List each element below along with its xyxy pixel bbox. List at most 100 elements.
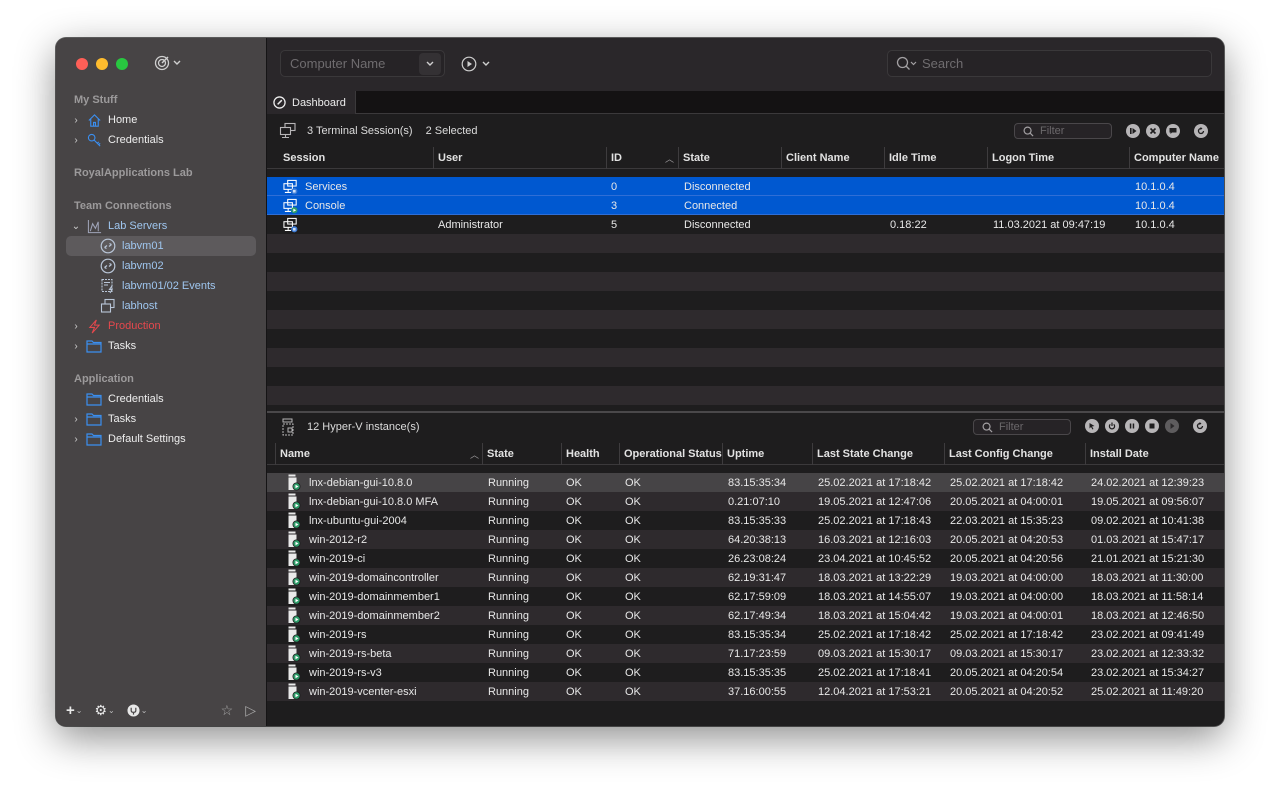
sidebar-item-labhost[interactable]: labhost [56,296,267,316]
column-header-install-date[interactable]: Install Date [1085,443,1149,465]
refresh-hyperv-button[interactable] [1193,419,1207,433]
hyperv-filter-field[interactable]: Filter [973,419,1071,435]
connect-action-button[interactable] [461,56,491,72]
chevron-right-icon[interactable]: › [70,414,82,425]
vm-last-config-change-cell: 20.05.2021 at 04:20:52 [950,685,1064,698]
vm-state-cell: Running [488,628,529,641]
chevron-right-icon[interactable]: › [70,115,82,126]
vm-uptime-cell: 83.15:35:34 [728,628,787,641]
sessions-filter-input[interactable]: Filter [1040,125,1064,137]
target-menu-button[interactable] [154,55,182,71]
column-header-idle-time[interactable]: Idle Time [884,147,936,169]
vm-row[interactable]: lnx-debian-gui-10.8.0 Running OK OK 83.15:35… [267,473,1224,492]
tab-bar: Dashboard [267,91,1224,114]
vm-row[interactable]: lnx-ubuntu-gui-2004 Running OK OK 83.15:35:3… [267,511,1224,530]
vm-health-cell: OK [566,685,582,698]
vm-row[interactable]: win-2019-rs Running OK OK 83.15:35:34 25.02.2… [267,625,1224,644]
computer-name-combobox[interactable]: Computer Name [280,50,445,77]
stop-vm-button[interactable] [1145,419,1159,433]
vm-row[interactable]: win-2019-domainmember1 Running OK OK 62.17:5… [267,587,1224,606]
empty-row [267,291,1224,310]
vm-name: win-2019-domainmember2 [309,609,440,622]
hyperv-filter-input[interactable]: Filter [999,421,1023,433]
column-header-uptime[interactable]: Uptime [722,443,764,465]
zoom-window-button[interactable] [116,58,128,70]
column-header-user[interactable]: User [433,147,462,169]
chevron-right-icon[interactable]: › [70,434,82,445]
vm-running-icon [287,645,303,662]
sidebar-item-app-credentials[interactable]: Credentials [56,389,267,409]
profile-button[interactable]: ⌄ [127,703,147,717]
vm-name: win-2019-vcenter-esxi [309,685,417,698]
sidebar-item-team-tasks[interactable]: › Tasks [56,336,267,356]
vm-last-config-change-cell: 25.02.2021 at 17:18:42 [950,476,1064,489]
vm-row[interactable]: win-2019-ci Running OK OK 26.23:08:24 23.04.2… [267,549,1224,568]
session-disconnected-icon [283,217,299,233]
pause-vm-button[interactable] [1125,419,1139,433]
vm-row[interactable]: win-2012-r2 Running OK OK 64.20:38:13 16.03.2… [267,530,1224,549]
vm-row[interactable]: win-2019-rs-v3 Running OK OK 83.15:35:35 25.0… [267,663,1224,682]
vm-install-date-cell: 25.02.2021 at 11:49:20 [1091,685,1204,698]
session-row[interactable]: Console 3 Connected 10.1.0.4 [267,196,1224,215]
vm-row[interactable]: win-2019-vcenter-esxi Running OK OK 37.16:00… [267,682,1224,701]
chevron-right-icon[interactable]: › [70,135,82,146]
column-header-logon-time[interactable]: Logon Time [987,147,1054,169]
shutdown-vm-button[interactable] [1105,419,1119,433]
favorite-star-icon[interactable]: ☆ [221,702,234,719]
stop-icon [1149,423,1155,429]
computer-name-dropdown-button[interactable] [419,52,441,75]
column-header-state[interactable]: State [678,147,710,169]
vm-name-cell: win-2019-rs-beta [287,644,392,663]
vm-row[interactable]: lnx-debian-gui-10.8.0 MFA Running OK OK 0.21… [267,492,1224,511]
chevron-right-icon[interactable]: › [70,341,82,352]
chevron-right-icon[interactable]: › [70,321,82,332]
vm-health-cell: OK [566,647,582,660]
session-row[interactable]: Services 0 Disconnected 10.1.0.4 [267,177,1224,196]
session-row[interactable]: Administrator 5 Disconnected 0.18:22 11.03.2… [267,215,1224,234]
sidebar-item-home[interactable]: › Home [56,110,267,130]
column-header-client-name[interactable]: Client Name [781,147,850,169]
sidebar-item-labvm01[interactable]: labvm01 [56,236,267,256]
column-header-state[interactable]: State [482,443,514,465]
computer-name-input[interactable]: Computer Name [290,56,419,71]
search-input[interactable]: Search [922,56,963,71]
add-button[interactable]: + ⌄ [66,702,82,719]
sidebar-item-lab-servers[interactable]: ⌄ Lab Servers [56,216,267,236]
connect-vm-button[interactable] [1085,419,1099,433]
sidebar-item-label: labhost [122,300,158,312]
sidebar-item-production[interactable]: › Production [56,316,267,336]
sidebar-item-credentials[interactable]: › Credentials [56,130,267,150]
vm-row[interactable]: win-2019-domainmember2 Running OK OK 62.17:4… [267,606,1224,625]
search-field[interactable]: Search [887,50,1212,77]
column-header-operational-status[interactable]: Operational Status [619,443,722,465]
vm-row[interactable]: win-2019-domaincontroller Running OK OK 62.1… [267,568,1224,587]
minimize-window-button[interactable] [96,58,108,70]
settings-button[interactable]: ⚙ ⌄ [94,702,114,719]
sidebar-item-app-tasks[interactable]: › Tasks [56,409,267,429]
logoff-session-button[interactable] [1146,124,1160,138]
disconnect-session-button[interactable] [1126,124,1140,138]
column-header-last-state-change[interactable]: Last State Change [812,443,913,465]
play-triangle-icon[interactable]: ▷ [245,702,256,719]
column-header-session[interactable]: Session [279,147,325,169]
chevron-down-icon[interactable]: ⌄ [70,221,82,232]
sidebar-item-default-settings[interactable]: › Default Settings [56,429,267,449]
vm-row[interactable]: win-2019-rs-beta Running OK OK 71.17:23:59 09… [267,644,1224,663]
pause-icon [1129,423,1135,429]
vm-state-cell: Running [488,514,529,527]
close-window-button[interactable] [76,58,88,70]
sessions-filter-field[interactable]: Filter [1014,123,1112,139]
column-header-health[interactable]: Health [561,443,600,465]
column-header-id[interactable]: ID ︿ [606,147,678,169]
column-header-name[interactable]: Name ︿ [275,443,483,465]
column-header-computer-name[interactable]: Computer Name [1129,147,1219,169]
send-message-button[interactable] [1166,124,1180,138]
refresh-sessions-button[interactable] [1194,124,1208,138]
start-vm-button[interactable] [1165,419,1179,433]
empty-row [267,234,1224,253]
column-header-last-config-change[interactable]: Last Config Change [944,443,1053,465]
session-state-cell: Connected [684,199,738,212]
sidebar-item-labvm02[interactable]: labvm02 [56,256,267,276]
tab-dashboard[interactable]: Dashboard [267,91,356,114]
sidebar-item-events[interactable]: labvm01/02 Events [56,276,267,296]
